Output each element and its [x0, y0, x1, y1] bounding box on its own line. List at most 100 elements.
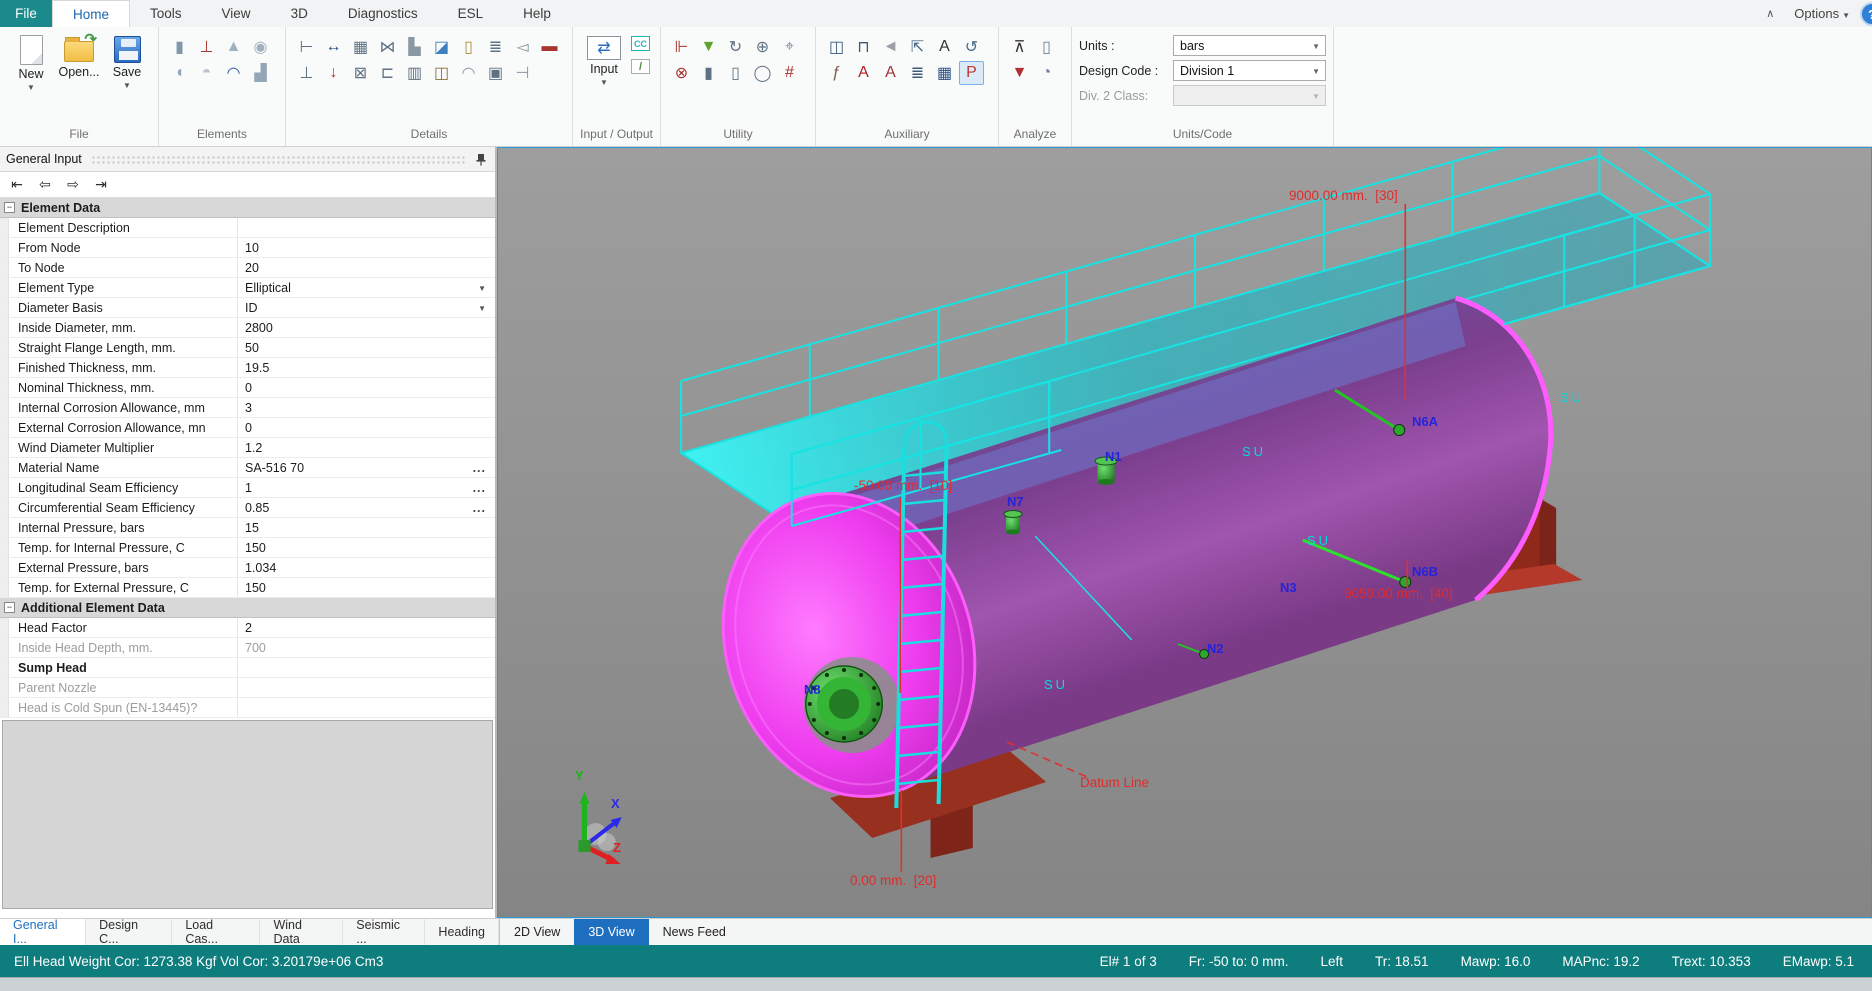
row-value-field[interactable]: ID▼ — [238, 298, 495, 317]
pin-icon[interactable] — [475, 153, 487, 166]
input-tab-design-c[interactable]: Design C... — [86, 919, 172, 945]
menu-tab-3d[interactable]: 3D — [271, 0, 328, 27]
row-value-field[interactable] — [238, 218, 495, 237]
row-value-field[interactable]: Elliptical▼ — [238, 278, 495, 297]
report-file-icon[interactable]: ▯ — [1034, 35, 1059, 59]
clip-icon[interactable]: ◅ — [510, 35, 535, 59]
calculator-icon[interactable]: ▦ — [932, 61, 957, 85]
pages-icon[interactable]: ◫ — [824, 35, 849, 59]
twin-vessel-icon[interactable]: ◫ — [429, 61, 454, 85]
cylinder-icon[interactable]: ▮ — [167, 35, 192, 59]
view-tab-news-feed[interactable]: News Feed — [649, 919, 740, 945]
select-region-icon[interactable]: ◯ — [750, 61, 775, 85]
skirt-support-icon[interactable]: ▟ — [248, 61, 273, 85]
zoom-details-icon[interactable]: ⊕ — [750, 35, 775, 59]
collapse-section-icon[interactable]: − — [4, 602, 15, 613]
autocad-export-icon[interactable]: A — [851, 61, 876, 85]
help-button[interactable]: ? — [1860, 2, 1872, 26]
packing-icon[interactable]: ▥ — [402, 61, 427, 85]
row-value-field[interactable]: 3 — [238, 398, 495, 417]
row-value-field[interactable]: 0 — [238, 418, 495, 437]
elliptical-head-icon[interactable]: ◖ — [167, 61, 192, 85]
collapse-ribbon-icon[interactable]: ∧ — [1766, 7, 1774, 20]
last-element-button[interactable]: ⇥ — [90, 175, 112, 195]
chevron-down-icon[interactable]: ▼ — [478, 284, 486, 293]
3d-viewport[interactable]: 9000.00 mm. [30]SUN6A-50.00 mm. [10]N1N7… — [497, 147, 1872, 918]
grid-section-additional-element-data[interactable]: −Additional Element Data — [0, 598, 495, 618]
leg-support-icon[interactable]: ⊥ — [294, 61, 319, 85]
chevron-down-icon[interactable]: ▼ — [478, 304, 486, 313]
first-element-button[interactable]: ⇤ — [6, 175, 28, 195]
save-button[interactable]: Save ▼ — [103, 29, 151, 91]
welded-flange-icon[interactable]: ⊥ — [194, 35, 219, 59]
tray-icon[interactable]: ⊏ — [375, 61, 400, 85]
row-value-field[interactable]: 1.2 — [238, 438, 495, 457]
pdf-export-icon[interactable]: P — [959, 61, 984, 85]
ellipsis-button[interactable]: ... — [473, 481, 486, 495]
liquid-level-icon[interactable]: ◪ — [429, 35, 454, 59]
heat-exchanger-icon[interactable]: ◉ — [248, 35, 273, 59]
rotate-element-icon[interactable]: ↻ — [723, 35, 748, 59]
analyze-run-icon[interactable]: ⊼ — [1007, 35, 1032, 59]
row-value-field[interactable]: 0 — [238, 378, 495, 397]
restore-icon[interactable]: ↺ — [959, 35, 984, 59]
row-value-field[interactable]: 50 — [238, 338, 495, 357]
units-select[interactable]: bars ▼ — [1173, 35, 1326, 56]
menu-tab-help[interactable]: Help — [503, 0, 571, 27]
row-value-field[interactable]: 2 — [238, 618, 495, 637]
menu-tab-diagnostics[interactable]: Diagnostics — [328, 0, 438, 27]
row-value-field[interactable]: SA-516 70... — [238, 458, 495, 477]
collapse-section-icon[interactable]: − — [4, 202, 15, 213]
view-tab-3d-view[interactable]: 3D View — [574, 919, 648, 945]
row-value-field[interactable]: 2800 — [238, 318, 495, 337]
new-button[interactable]: New ▼ — [7, 29, 55, 93]
delete-element-icon[interactable]: ⊗ — [669, 61, 694, 85]
lifting-lug-icon[interactable]: ◠ — [456, 61, 481, 85]
edit-report-icon[interactable]: / — [631, 59, 650, 74]
ellipsis-button[interactable]: ... — [473, 501, 486, 515]
nozzle-icon[interactable]: ⊢ — [294, 35, 319, 59]
menu-tab-home[interactable]: Home — [52, 0, 130, 27]
insulation-icon[interactable]: ▣ — [483, 61, 508, 85]
menu-tab-view[interactable]: View — [202, 0, 271, 27]
shell-icon[interactable]: ▯ — [723, 61, 748, 85]
row-value-field[interactable]: 20 — [238, 258, 495, 277]
trunnion-icon[interactable]: ⊣ — [510, 61, 535, 85]
row-value-field[interactable]: 150 — [238, 538, 495, 557]
design-code-select[interactable]: Division 1 ▼ — [1173, 60, 1326, 81]
flange-icon[interactable]: ↔ — [321, 35, 346, 59]
camera-icon[interactable]: ▬ — [537, 35, 562, 59]
stiffening-rings-icon[interactable]: ≣ — [483, 35, 508, 59]
saddle-icon[interactable]: ⋈ — [375, 35, 400, 59]
spherical-head-icon[interactable]: ◓ — [194, 61, 219, 85]
hand-pick-icon[interactable]: ⇱ — [905, 35, 930, 59]
renumber-icon[interactable]: # — [777, 61, 802, 85]
row-value-field[interactable] — [238, 658, 495, 677]
row-value-field[interactable]: 19.5 — [238, 358, 495, 377]
weight-icon[interactable]: ↓ — [321, 61, 346, 85]
detach-icon[interactable]: ⌖ — [777, 35, 802, 59]
row-value-field[interactable]: 150 — [238, 578, 495, 597]
lug-icon[interactable]: ▙ — [402, 35, 427, 59]
platform-icon[interactable]: ▦ — [348, 35, 373, 59]
input-button[interactable]: ⇄ Input ▼ — [580, 29, 628, 88]
cc-report-icon[interactable]: CC — [631, 36, 650, 51]
view-tab-2d-view[interactable]: 2D View — [500, 919, 574, 945]
cross-brace-icon[interactable]: ⊠ — [348, 61, 373, 85]
ellipsis-button[interactable]: ... — [473, 461, 486, 475]
flanged-head-icon[interactable]: ◠ — [221, 61, 246, 85]
file-menu-tab[interactable]: File — [0, 0, 52, 27]
bill-of-materials-icon[interactable]: ≣ — [905, 61, 930, 85]
input-tab-heading[interactable]: Heading — [425, 919, 499, 945]
input-tab-wind-data[interactable]: Wind Data — [260, 919, 343, 945]
pointer-icon[interactable]: ◄ — [878, 35, 903, 59]
dimension-text-icon[interactable]: A — [932, 35, 957, 59]
row-value-field[interactable]: 1.034 — [238, 558, 495, 577]
row-value-field[interactable]: 0.85... — [238, 498, 495, 517]
jacket-icon[interactable]: ▯ — [456, 35, 481, 59]
review-icon[interactable]: ◔ — [1034, 61, 1059, 85]
row-value-field[interactable]: 15 — [238, 518, 495, 537]
next-element-button[interactable]: ⇨ — [62, 175, 84, 195]
row-value-field[interactable]: 1... — [238, 478, 495, 497]
input-tab-load-cas[interactable]: Load Cas... — [172, 919, 260, 945]
